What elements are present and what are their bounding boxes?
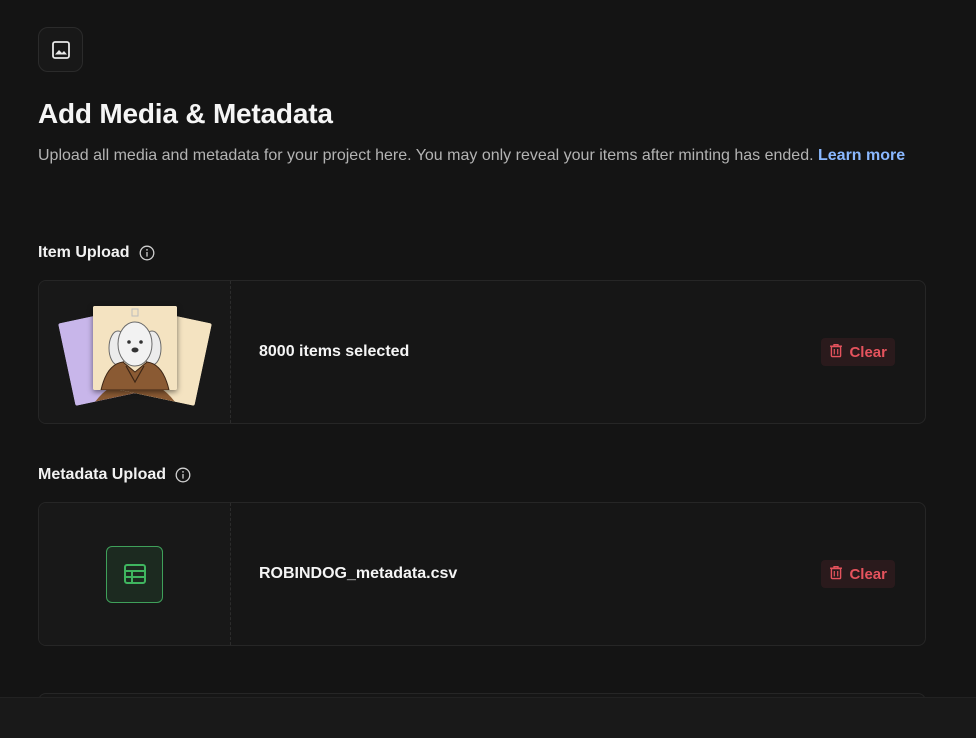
item-upload-label-text: Item Upload	[38, 244, 130, 261]
clear-items-label: Clear	[849, 343, 887, 361]
trash-icon	[829, 565, 843, 584]
item-upload-label: Item Upload	[38, 244, 155, 262]
metadata-upload-body: ROBINDOG_metadata.csv Clear	[231, 503, 925, 645]
info-icon[interactable]	[139, 245, 155, 261]
bottom-bar	[0, 697, 976, 738]
clear-metadata-label: Clear	[849, 565, 887, 583]
learn-more-link[interactable]: Learn more	[818, 147, 905, 164]
metadata-upload-label-text: Metadata Upload	[38, 466, 167, 483]
items-selected-text: 8000 items selected	[259, 343, 410, 360]
item-image-stack	[57, 304, 212, 406]
item-thumbnail	[92, 306, 177, 390]
metadata-preview	[39, 503, 231, 645]
page-description: Upload all media and metadata for your p…	[38, 143, 918, 168]
image-icon	[38, 27, 83, 72]
metadata-file-name: ROBINDOG_metadata.csv	[259, 565, 458, 582]
page: Add Media & Metadata Upload all media an…	[0, 0, 976, 738]
info-icon[interactable]	[175, 467, 191, 483]
metadata-upload-label: Metadata Upload	[38, 466, 191, 484]
clear-metadata-button[interactable]: Clear	[821, 560, 895, 588]
metadata-upload-card[interactable]: ROBINDOG_metadata.csv Clear	[38, 502, 926, 646]
table-icon	[106, 545, 163, 603]
item-upload-card[interactable]: 8000 items selected Clear	[38, 280, 926, 424]
item-upload-body: 8000 items selected Clear	[231, 281, 925, 423]
clear-items-button[interactable]: Clear	[821, 338, 895, 366]
page-title: Add Media & Metadata	[38, 98, 333, 129]
description-text: Upload all media and metadata for your p…	[38, 147, 814, 164]
trash-icon	[829, 343, 843, 362]
item-preview	[39, 281, 231, 423]
